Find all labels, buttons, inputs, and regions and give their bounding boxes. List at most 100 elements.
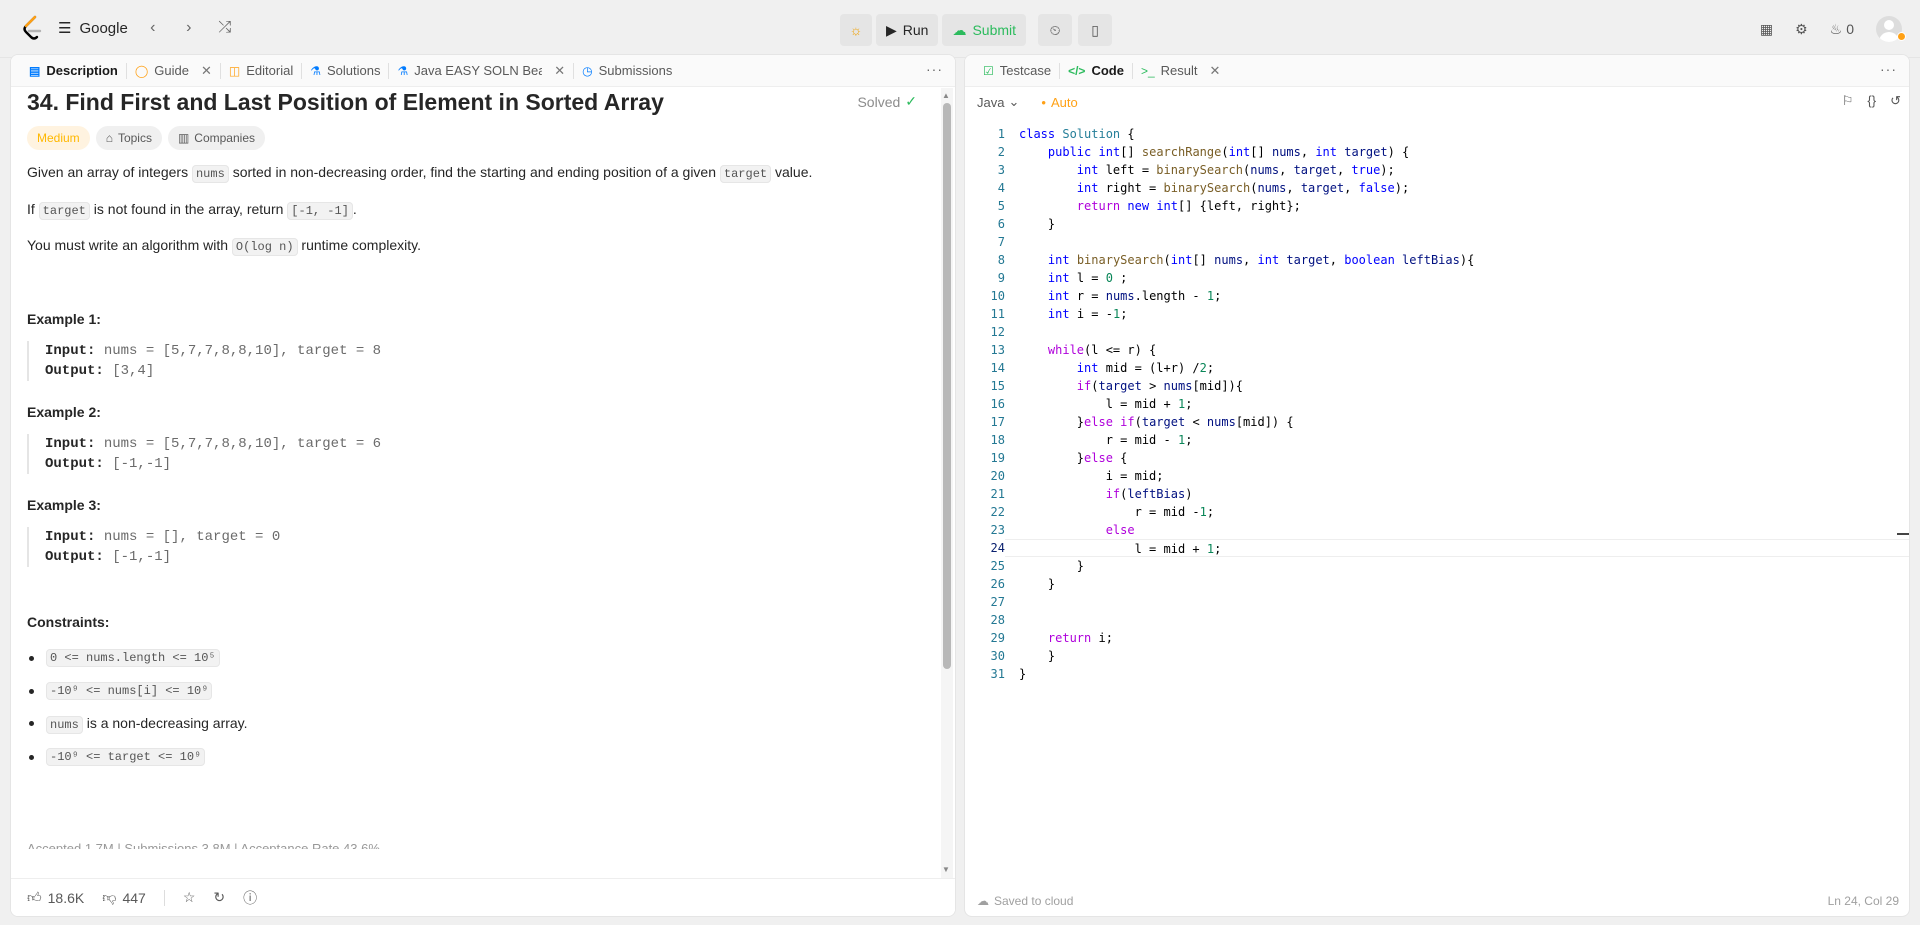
code-line[interactable]: 18 r = mid - 1; xyxy=(965,431,1909,449)
code-line[interactable]: 15 if(target > nums[mid]){ xyxy=(965,377,1909,395)
code-line[interactable]: 17 }else if(target < nums[mid]) { xyxy=(965,413,1909,431)
line-source[interactable]: int binarySearch(int[] nums, int target,… xyxy=(1005,251,1909,269)
line-source[interactable]: r = mid -1; xyxy=(1005,503,1909,521)
tab-code[interactable]: </> Code xyxy=(1060,55,1132,86)
line-source[interactable]: }else { xyxy=(1005,449,1909,467)
code-line[interactable]: 5 return new int[] {left, right}; xyxy=(965,197,1909,215)
tab-guide[interactable]: ◯ Guide ✕ xyxy=(127,55,220,86)
line-source[interactable] xyxy=(1005,611,1909,629)
bookmark-icon[interactable]: ⚐ xyxy=(1842,93,1854,109)
next-problem-icon[interactable]: › xyxy=(178,19,200,37)
line-source[interactable]: int l = 0 ; xyxy=(1005,269,1909,287)
shuffle-icon[interactable]: ⤮ xyxy=(214,19,236,37)
line-source[interactable]: r = mid - 1; xyxy=(1005,431,1909,449)
code-line[interactable]: 27 xyxy=(965,593,1909,611)
language-select[interactable]: Java ⌄ xyxy=(977,94,1019,110)
line-source[interactable]: } xyxy=(1005,647,1909,665)
code-line[interactable]: 13 while(l <= r) { xyxy=(965,341,1909,359)
notes-button[interactable]: ▯ xyxy=(1078,14,1113,46)
close-icon[interactable]: ✕ xyxy=(201,63,212,79)
code-line[interactable]: 14 int mid = (l+r) /2; xyxy=(965,359,1909,377)
line-source[interactable]: public int[] searchRange(int[] nums, int… xyxy=(1005,143,1909,161)
line-source[interactable]: if(target > nums[mid]){ xyxy=(1005,377,1909,395)
code-line[interactable]: 21 if(leftBias) xyxy=(965,485,1909,503)
line-source[interactable]: return new int[] {left, right}; xyxy=(1005,197,1909,215)
code-line[interactable]: 7 xyxy=(965,233,1909,251)
more-options-icon[interactable]: ··· xyxy=(926,61,943,77)
topics-chip[interactable]: ⌂ Topics xyxy=(95,126,162,150)
tab-testcase[interactable]: ☑ Testcase xyxy=(975,55,1059,86)
code-line[interactable]: 20 i = mid; xyxy=(965,467,1909,485)
line-source[interactable]: int left = binarySearch(nums, target, tr… xyxy=(1005,161,1909,179)
code-line[interactable]: 1 class Solution { xyxy=(965,125,1909,143)
code-line[interactable]: 28 xyxy=(965,611,1909,629)
code-line[interactable]: 24 l = mid + 1; xyxy=(965,539,1909,557)
prev-problem-icon[interactable]: ‹ xyxy=(142,19,164,37)
submit-button[interactable]: ☁ Submit xyxy=(942,14,1027,46)
like-button[interactable]: 👍︎ 18.6K xyxy=(27,889,84,906)
code-line[interactable]: 26 } xyxy=(965,575,1909,593)
code-line[interactable]: 30 } xyxy=(965,647,1909,665)
code-line[interactable]: 6 } xyxy=(965,215,1909,233)
difficulty-badge[interactable]: Medium xyxy=(27,126,90,150)
code-line[interactable]: 22 r = mid -1; xyxy=(965,503,1909,521)
line-source[interactable]: int r = nums.length - 1; xyxy=(1005,287,1909,305)
help-icon[interactable]: ⓘ xyxy=(243,888,257,908)
line-source[interactable]: class Solution { xyxy=(1005,125,1909,143)
line-source[interactable]: } xyxy=(1005,665,1909,683)
streak-counter[interactable]: ♨ 0 xyxy=(1830,21,1854,38)
line-source[interactable]: return i; xyxy=(1005,629,1909,647)
problem-list-button[interactable]: ☰ Google xyxy=(58,19,128,38)
code-line[interactable]: 16 l = mid + 1; xyxy=(965,395,1909,413)
layout-icon[interactable]: ▦ xyxy=(1760,21,1773,38)
tab-submissions[interactable]: ◷ Submissions xyxy=(574,55,680,86)
timer-button[interactable]: ⏲ xyxy=(1038,14,1073,46)
line-source[interactable]: l = mid + 1; xyxy=(1005,539,1909,557)
debug-button[interactable]: ☼ xyxy=(840,14,872,46)
braces-icon[interactable]: {} xyxy=(1867,93,1876,109)
companies-chip[interactable]: ▥ Companies xyxy=(167,126,265,150)
run-button[interactable]: ▶ Run xyxy=(876,14,939,46)
code-line[interactable]: 19 }else { xyxy=(965,449,1909,467)
reset-icon[interactable]: ↺ xyxy=(1890,93,1901,109)
line-source[interactable]: while(l <= r) { xyxy=(1005,341,1909,359)
code-line[interactable]: 8 int binarySearch(int[] nums, int targe… xyxy=(965,251,1909,269)
scroll-up-icon[interactable]: ▲ xyxy=(942,91,950,100)
line-source[interactable]: } xyxy=(1005,215,1909,233)
share-icon[interactable]: ↻ xyxy=(213,889,225,906)
line-source[interactable]: l = mid + 1; xyxy=(1005,395,1909,413)
dislike-button[interactable]: 👎︎ 447 xyxy=(102,889,146,906)
line-source[interactable]: } xyxy=(1005,575,1909,593)
line-source[interactable]: int mid = (l+r) /2; xyxy=(1005,359,1909,377)
line-source[interactable]: else xyxy=(1005,521,1909,539)
settings-icon[interactable]: ⚙ xyxy=(1795,21,1808,38)
line-source[interactable]: i = mid; xyxy=(1005,467,1909,485)
code-line[interactable]: 10 int r = nums.length - 1; xyxy=(965,287,1909,305)
leetcode-logo-icon[interactable] xyxy=(20,14,44,42)
close-icon[interactable]: ✕ xyxy=(1209,63,1220,79)
code-line[interactable]: 2 public int[] searchRange(int[] nums, i… xyxy=(965,143,1909,161)
auto-mode-toggle[interactable]: • Auto xyxy=(1041,95,1077,110)
line-source[interactable]: if(leftBias) xyxy=(1005,485,1909,503)
code-line[interactable]: 31} xyxy=(965,665,1909,683)
code-line[interactable]: 4 int right = binarySearch(nums, target,… xyxy=(965,179,1909,197)
tab-solution-post[interactable]: ⚗ Java EASY SOLN Beats 1 ✕ xyxy=(389,55,573,86)
scrollbar-thumb[interactable] xyxy=(943,103,951,669)
code-editor[interactable]: 1 class Solution {2 public int[] searchRa… xyxy=(965,125,1909,683)
code-line[interactable]: 12 xyxy=(965,323,1909,341)
scroll-down-icon[interactable]: ▼ xyxy=(942,865,950,874)
line-source[interactable]: }else if(target < nums[mid]) { xyxy=(1005,413,1909,431)
line-source[interactable] xyxy=(1005,593,1909,611)
code-line[interactable]: 9 int l = 0 ; xyxy=(965,269,1909,287)
code-line[interactable]: 25 } xyxy=(965,557,1909,575)
code-line[interactable]: 11 int i = -1; xyxy=(965,305,1909,323)
code-line[interactable]: 3 int left = binarySearch(nums, target, … xyxy=(965,161,1909,179)
code-line[interactable]: 23 else xyxy=(965,521,1909,539)
line-source[interactable]: int right = binarySearch(nums, target, f… xyxy=(1005,179,1909,197)
line-source[interactable] xyxy=(1005,323,1909,341)
star-icon[interactable]: ☆ xyxy=(183,889,196,906)
more-options-icon[interactable]: ··· xyxy=(1880,61,1897,77)
tab-description[interactable]: ▤ Description xyxy=(21,55,126,86)
code-line[interactable]: 29 return i; xyxy=(965,629,1909,647)
close-icon[interactable]: ✕ xyxy=(554,63,565,79)
